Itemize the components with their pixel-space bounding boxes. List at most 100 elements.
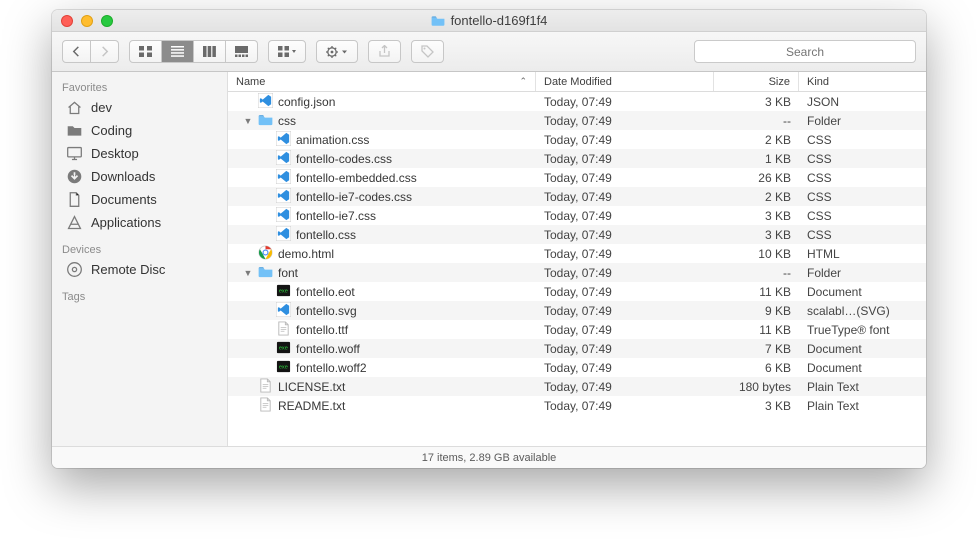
titlebar[interactable]: fontello-d169f1f4 [52,10,926,32]
table-row[interactable]: README.txtToday, 07:493 KBPlain Text [228,396,926,415]
file-kind: Folder [799,266,926,280]
action-button[interactable] [316,40,358,63]
chrome-file-icon [258,245,273,260]
table-row[interactable]: fontello.cssToday, 07:493 KBCSS [228,225,926,244]
file-name: fontello.css [296,228,356,242]
file-kind: CSS [799,190,926,204]
table-row[interactable]: ▼ font Today, 07:49--Folder [228,263,926,282]
table-row[interactable]: fontello-ie7.cssToday, 07:493 KBCSS [228,206,926,225]
table-row[interactable]: fontello.svgToday, 07:499 KBscalabl…(SVG… [228,301,926,320]
table-row[interactable]: fontello.ttfToday, 07:4911 KBTrueType® f… [228,320,926,339]
sidebar-item-label: Documents [91,192,157,207]
file-size: -- [714,266,799,280]
status-text: 17 items, 2.89 GB available [422,452,557,464]
file-date: Today, 07:49 [536,228,714,242]
toolbar [52,32,926,72]
file-size: 3 KB [714,399,799,413]
file-date: Today, 07:49 [536,380,714,394]
search-field[interactable] [694,40,916,63]
file-kind: TrueType® font [799,323,926,337]
tags-group [411,40,444,63]
sidebar-item-label: Applications [91,215,161,230]
file-name: fontello.woff [296,342,360,356]
table-row[interactable]: exefontello.woff2Today, 07:496 KBDocumen… [228,358,926,377]
file-kind: HTML [799,247,926,261]
sidebar-item[interactable]: Remote Disc [52,258,227,281]
file-date: Today, 07:49 [536,95,714,109]
file-kind: CSS [799,209,926,223]
exec-file-icon: exe [276,283,291,298]
file-name: LICENSE.txt [278,380,345,394]
file-list: Name⌃ Date Modified Size Kind config.jso… [228,72,926,446]
vscode-file-icon [276,188,291,203]
exec-file-icon: exe [276,359,291,374]
file-size: 2 KB [714,133,799,147]
sidebar-item[interactable]: Documents [52,188,227,211]
sidebar-group-label: Favorites [52,78,227,96]
sidebar-item-label: Downloads [91,169,155,184]
table-row[interactable]: ▼cssToday, 07:49--Folder [228,111,926,130]
sidebar-item-label: Remote Disc [91,262,165,277]
col-size[interactable]: Size [714,72,799,91]
sidebar-item[interactable]: dev [52,96,227,119]
file-kind: Plain Text [799,399,926,413]
file-kind: Folder [799,114,926,128]
table-row[interactable]: LICENSE.txtToday, 07:49180 bytesPlain Te… [228,377,926,396]
view-list-button[interactable] [162,40,194,63]
search-input[interactable] [701,45,909,59]
file-kind: CSS [799,133,926,147]
nav-buttons [62,40,119,63]
col-kind[interactable]: Kind [799,72,926,91]
sidebar-item[interactable]: Applications [52,211,227,234]
file-kind: JSON [799,95,926,109]
view-gallery-button[interactable] [226,40,258,63]
share-button[interactable] [368,40,401,63]
file-date: Today, 07:49 [536,190,714,204]
file-name: demo.html [278,247,334,261]
file-size: 6 KB [714,361,799,375]
disclosure-triangle-icon[interactable]: ▼ [243,116,253,126]
folder-o-icon [66,122,83,139]
view-columns-button[interactable] [194,40,226,63]
file-size: 1 KB [714,152,799,166]
file-kind: CSS [799,228,926,242]
file-kind: scalabl…(SVG) [799,304,926,318]
table-row[interactable]: fontello-codes.cssToday, 07:491 KBCSS [228,149,926,168]
file-date: Today, 07:49 [536,266,714,280]
action-group [316,40,358,63]
arrange-button[interactable] [268,40,306,63]
file-date: Today, 07:49 [536,304,714,318]
forward-button[interactable] [91,40,119,63]
table-row[interactable]: exefontello.eotToday, 07:4911 KBDocument [228,282,926,301]
sidebar-item[interactable]: Downloads [52,165,227,188]
sidebar-item[interactable]: Desktop [52,142,227,165]
file-name: README.txt [278,399,345,413]
file-date: Today, 07:49 [536,285,714,299]
file-size: 7 KB [714,342,799,356]
sidebar-item[interactable]: Coding [52,119,227,142]
file-size: 11 KB [714,285,799,299]
file-date: Today, 07:49 [536,171,714,185]
table-row[interactable]: config.jsonToday, 07:493 KBJSON [228,92,926,111]
col-name[interactable]: Name⌃ [228,72,536,91]
sidebar-group-label: Devices [52,240,227,258]
tags-button[interactable] [411,40,444,63]
file-kind: Document [799,342,926,356]
table-row[interactable]: animation.cssToday, 07:492 KBCSS [228,130,926,149]
table-row[interactable]: exefontello.woffToday, 07:497 KBDocument [228,339,926,358]
svg-text:exe: exe [279,288,288,294]
svg-text:exe: exe [279,364,288,370]
view-icons-button[interactable] [129,40,162,63]
file-name: font [278,266,298,280]
plain-file-icon [258,397,273,412]
vscode-file-icon [276,226,291,241]
table-row[interactable]: demo.htmlToday, 07:4910 KBHTML [228,244,926,263]
desktop-icon [66,145,83,162]
table-row[interactable]: fontello-embedded.cssToday, 07:4926 KBCS… [228,168,926,187]
col-date[interactable]: Date Modified [536,72,714,91]
window-title: fontello-d169f1f4 [52,13,926,28]
back-button[interactable] [62,40,91,63]
disc-icon [66,261,83,278]
disclosure-triangle-icon[interactable]: ▼ [243,268,253,278]
table-row[interactable]: fontello-ie7-codes.cssToday, 07:492 KBCS… [228,187,926,206]
